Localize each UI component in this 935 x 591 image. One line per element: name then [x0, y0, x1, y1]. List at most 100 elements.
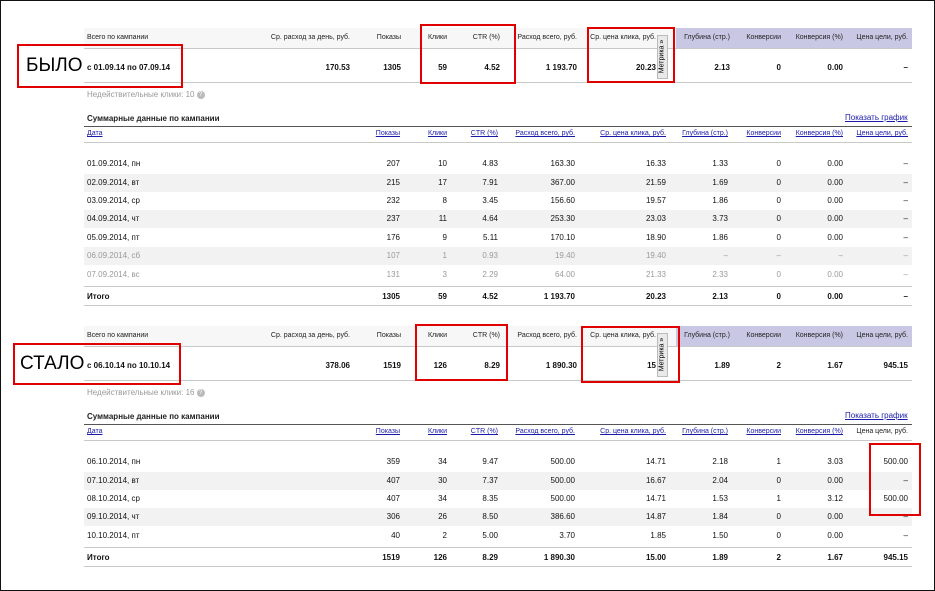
table-cell-ctr: 5.11 [483, 233, 498, 242]
total-cell-ctr: 4.52 [482, 292, 498, 301]
table-cell-spend: 64.00 [554, 270, 575, 279]
table-cell-spend: 386.60 [550, 512, 575, 521]
help-icon[interactable]: ? [196, 90, 205, 99]
table-cell-depth: 3.73 [712, 214, 728, 223]
table-cell-conv: 0 [776, 233, 781, 242]
column-header-conv[interactable]: Конверсии [735, 428, 781, 435]
table-cell-conv: 0 [776, 159, 781, 168]
column-header-spend[interactable]: Расход всего, руб. [505, 130, 575, 137]
table-header-line [84, 440, 912, 441]
total-cell-goal: – [903, 292, 908, 301]
table-cell-ctr: 9.47 [482, 457, 498, 466]
invalid-clicks-text: Недействительные клики: 10 [87, 90, 195, 99]
column-header-clicks[interactable]: Клики [405, 428, 447, 435]
table-cell-clicks: 26 [438, 512, 447, 521]
before-summary-conv-pct: 0.00 [827, 63, 843, 72]
table-cell-conv-pct: 3.12 [827, 494, 843, 503]
table-cell-depth: 1.33 [712, 159, 728, 168]
show-chart-link[interactable]: Показать график [845, 411, 908, 420]
table-cell-cpc: 18.90 [645, 233, 666, 242]
before-summary-goal: – [903, 63, 908, 72]
column-header-conv-pct[interactable]: Конверсия (%) [788, 428, 843, 435]
summary-header-shows: Показы [376, 34, 401, 41]
table-cell-goal: – [903, 159, 908, 168]
column-header-date[interactable]: Дата [87, 130, 197, 137]
column-header-spend[interactable]: Расход всего, руб. [505, 428, 575, 435]
table-cell-conv: 0 [776, 214, 781, 223]
table-cell-depth: – [723, 251, 728, 260]
table-cell-goal: – [903, 233, 908, 242]
table-header-line [84, 142, 912, 143]
total-cell-shows: 1305 [382, 292, 400, 301]
table-cell-goal: – [903, 270, 908, 279]
table-cell-spend: 367.00 [550, 178, 575, 187]
column-header-ctr[interactable]: CTR (%) [452, 428, 498, 435]
table-cell-spend: 3.70 [559, 531, 575, 540]
column-header-goal[interactable]: Цена цели, руб. [850, 130, 908, 137]
total-cell-cpc: 15.00 [645, 553, 666, 562]
table-cell-cpc: 14.71 [645, 494, 666, 503]
table-cell-depth: 1.86 [712, 196, 728, 205]
column-header-depth[interactable]: Глубина (стр.) [672, 428, 728, 435]
table-cell-clicks: 34 [438, 457, 447, 466]
table-cell-spend: 500.00 [550, 457, 575, 466]
table-cell-spend: 253.30 [550, 214, 575, 223]
table-cell-conv: – [776, 251, 781, 260]
column-header-clicks[interactable]: Клики [405, 130, 447, 137]
help-icon[interactable]: ? [196, 388, 205, 397]
total-cell-date: Итого [87, 553, 110, 562]
column-header-shows[interactable]: Показы [340, 130, 400, 137]
summary-header-goal: Цена цели, руб. [856, 332, 908, 339]
table-cell-ctr: 8.35 [482, 494, 498, 503]
after-cpc-highlight [581, 326, 680, 383]
column-header-conv-pct[interactable]: Конверсия (%) [788, 130, 843, 137]
after-summary-avg-day: 378.06 [325, 361, 350, 370]
after-period-highlight [13, 343, 181, 385]
column-header-date[interactable]: Дата [87, 428, 197, 435]
summary-header-conv: Конверсии [746, 34, 781, 41]
table-cell-shows: 232 [386, 196, 400, 205]
column-header-cpc[interactable]: Ср. цена клика, руб. [580, 130, 666, 137]
table-cell-shows: 176 [386, 233, 400, 242]
table-cell-clicks: 11 [438, 214, 447, 223]
table-cell-goal: – [903, 251, 908, 260]
table-cell-shows: 306 [386, 512, 400, 521]
table-cell-shows: 107 [386, 251, 400, 260]
summary-header-depth: Глубина (стр.) [684, 34, 730, 41]
table-cell-ctr: 7.91 [482, 178, 498, 187]
total-cell-cpc: 20.23 [645, 292, 666, 301]
table-cell-depth: 1.86 [712, 233, 728, 242]
table-cell-depth: 2.33 [712, 270, 728, 279]
after-summary-shows: 1519 [383, 361, 401, 370]
column-header-conv[interactable]: Конверсии [735, 130, 781, 137]
column-header-ctr[interactable]: CTR (%) [452, 130, 498, 137]
table-cell-shows: 407 [386, 494, 400, 503]
table-cell-cpc: 14.71 [645, 457, 666, 466]
show-chart-link[interactable]: Показать график [845, 113, 908, 122]
table-cell-clicks: 10 [438, 159, 447, 168]
table-cell-spend: 500.00 [550, 476, 575, 485]
table-cell-depth: 1.69 [712, 178, 728, 187]
table-cell-goal: – [903, 214, 908, 223]
table-cell-cpc: 19.57 [645, 196, 666, 205]
table-cell-conv-pct: 0.00 [827, 233, 843, 242]
column-header-cpc[interactable]: Ср. цена клика, руб. [580, 428, 666, 435]
column-header-depth[interactable]: Глубина (стр.) [672, 130, 728, 137]
table-cell-conv: 1 [776, 494, 781, 503]
table-cell-conv: 0 [776, 196, 781, 205]
table-cell-depth: 1.50 [712, 531, 728, 540]
column-header-shows[interactable]: Показы [340, 428, 400, 435]
table-cell-conv: 1 [776, 457, 781, 466]
table-cell-clicks: 2 [442, 531, 447, 540]
table-cell-shows: 40 [391, 531, 400, 540]
summary-header-conv: Конверсии [746, 332, 781, 339]
table-cell-conv: 0 [776, 512, 781, 521]
summary-header-conv-pct: Конверсия (%) [795, 332, 843, 339]
total-cell-conv-pct: 1.67 [827, 553, 843, 562]
total-cell-depth: 2.13 [712, 292, 728, 301]
before-summary-depth: 2.13 [714, 63, 730, 72]
total-cell-date: Итого [87, 292, 110, 301]
invalid-clicks-text: Недействительные клики: 16 [87, 388, 195, 397]
table-cell-spend: 19.40 [554, 251, 575, 260]
section-title: Суммарные данные по кампании [87, 114, 220, 123]
